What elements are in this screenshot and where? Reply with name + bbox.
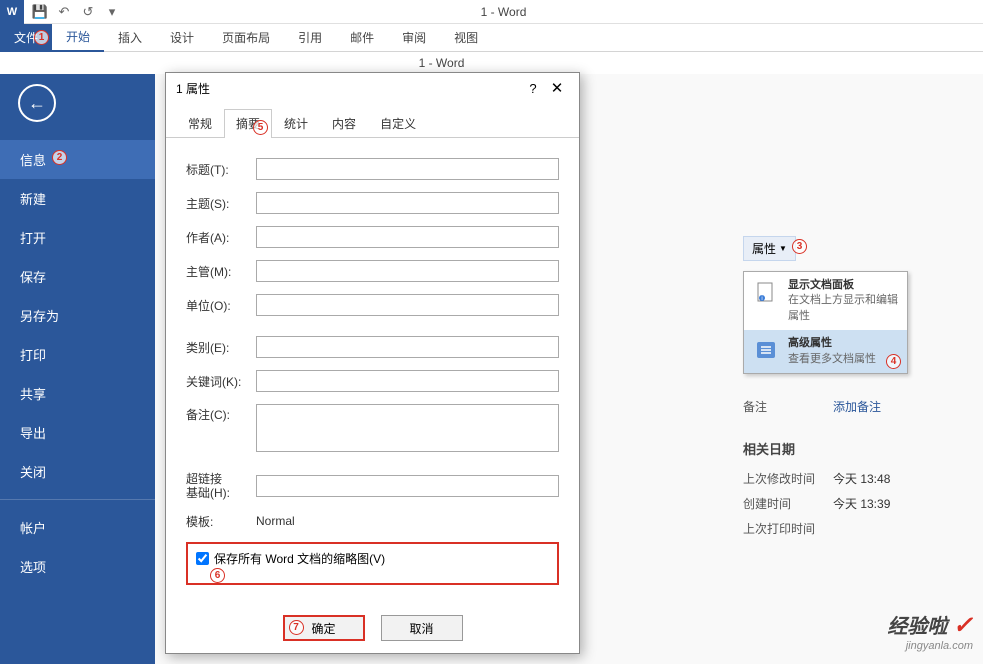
label-comments: 备注(C): [186, 404, 256, 423]
label-subject: 主题(S): [186, 195, 256, 212]
undo-icon[interactable]: ↶ [52, 0, 76, 24]
dropdown-show-panel[interactable]: i 显示文档面板 在文档上方显示和编辑属性 [744, 272, 907, 330]
label-manager: 主管(M): [186, 263, 256, 280]
tab-general[interactable]: 常规 [176, 109, 224, 137]
thumbnail-checkbox-row: 保存所有 Word 文档的缩略图(V) 6 [186, 542, 559, 585]
tab-layout[interactable]: 页面布局 [208, 24, 284, 52]
svg-text:i: i [761, 296, 762, 302]
sidebar-item-print[interactable]: 打印 [0, 335, 155, 374]
backstage-sidebar: ← 信息 2 新建 打开 保存 另存为 打印 共享 导出 关闭 帐户 选项 [0, 74, 155, 664]
sidebar-item-options[interactable]: 选项 [0, 547, 155, 586]
dd-sub-2: 查看更多文档属性 [788, 352, 876, 367]
dropdown-advanced-props[interactable]: 高级属性 查看更多文档属性 4 [744, 330, 907, 373]
input-comments[interactable] [256, 404, 559, 452]
close-button[interactable]: ✕ [545, 79, 569, 97]
word-icon: W [0, 0, 24, 24]
properties-panel: 属性 ▼ 3 i 显示文档面板 在文档上方显示和编辑属性 [743, 236, 943, 541]
label-title: 标题(T): [186, 161, 256, 178]
ribbon: 文件 1 开始 插入 设计 页面布局 引用 邮件 审阅 视图 [0, 24, 983, 52]
remark-label: 备注 [743, 398, 833, 415]
created-label: 创建时间 [743, 495, 833, 512]
tab-home[interactable]: 开始 [52, 24, 104, 52]
properties-dialog: 1 属性 ? ✕ 常规 摘要 5 统计 内容 自定义 标题(T): 主题(S):… [165, 72, 580, 654]
watermark: 经验啦 ✓ jingyanla.com [887, 610, 973, 652]
annotation-2: 2 [52, 150, 67, 165]
sidebar-item-new[interactable]: 新建 [0, 179, 155, 218]
input-company[interactable] [256, 294, 559, 316]
modified-label: 上次修改时间 [743, 470, 833, 487]
sidebar-item-close[interactable]: 关闭 [0, 452, 155, 491]
template-value: Normal [256, 514, 295, 528]
sidebar-item-account[interactable]: 帐户 [0, 508, 155, 547]
dialog-body: 标题(T): 主题(S): 作者(A): 主管(M): 单位(O): 类别(E)… [166, 138, 579, 603]
tab-mailings[interactable]: 邮件 [336, 24, 388, 52]
sidebar-item-share[interactable]: 共享 [0, 374, 155, 413]
input-keywords[interactable] [256, 370, 559, 392]
input-author[interactable] [256, 226, 559, 248]
input-subject[interactable] [256, 192, 559, 214]
created-value: 今天 13:39 [833, 495, 890, 512]
thumbnail-checkbox-label: 保存所有 Word 文档的缩略图(V) [214, 550, 385, 567]
properties-dropdown-button[interactable]: 属性 ▼ 3 [743, 236, 796, 261]
annotation-6: 6 [210, 568, 225, 583]
dialog-titlebar[interactable]: 1 属性 ? ✕ [166, 73, 579, 103]
label-author: 作者(A): [186, 229, 256, 246]
tab-insert[interactable]: 插入 [104, 24, 156, 52]
printed-label: 上次打印时间 [743, 520, 833, 537]
tab-statistics[interactable]: 统计 [272, 109, 320, 137]
label-company: 单位(O): [186, 297, 256, 314]
dd-title-1: 显示文档面板 [788, 278, 899, 293]
ok-button[interactable]: 7 确定 [283, 615, 365, 641]
tab-design[interactable]: 设计 [156, 24, 208, 52]
sidebar-item-saveas[interactable]: 另存为 [0, 296, 155, 335]
back-button[interactable]: ← [18, 84, 56, 122]
input-title[interactable] [256, 158, 559, 180]
tab-file[interactable]: 文件 1 [0, 24, 52, 52]
remark-value[interactable]: 添加备注 [833, 398, 881, 415]
qat-dropdown-icon[interactable]: ▾ [100, 0, 124, 24]
input-category[interactable] [256, 336, 559, 358]
window-title: 1 - Word [124, 5, 983, 19]
annotation-3: 3 [792, 239, 807, 254]
sidebar-item-info[interactable]: 信息 2 [0, 140, 155, 179]
tab-view[interactable]: 视图 [440, 24, 492, 52]
help-button[interactable]: ? [521, 81, 545, 96]
redo-icon[interactable]: ↺ [76, 0, 100, 24]
sidebar-item-export[interactable]: 导出 [0, 413, 155, 452]
dd-sub-1: 在文档上方显示和编辑属性 [788, 293, 899, 324]
input-manager[interactable] [256, 260, 559, 282]
chevron-down-icon: ▼ [779, 244, 787, 253]
sidebar-item-open[interactable]: 打开 [0, 218, 155, 257]
save-icon[interactable]: 💾 [28, 0, 52, 24]
cancel-button[interactable]: 取消 [381, 615, 463, 641]
tab-summary[interactable]: 摘要 5 [224, 109, 272, 138]
thumbnail-checkbox[interactable] [196, 552, 209, 565]
tab-contents[interactable]: 内容 [320, 109, 368, 137]
label-keywords: 关键词(K): [186, 373, 256, 390]
dialog-title: 1 属性 [176, 80, 521, 97]
label-hyperlink: 超链接 基础(H): [186, 472, 256, 501]
list-icon [752, 336, 780, 364]
dialog-footer: 7 确定 取消 [166, 603, 579, 653]
label-category: 类别(E): [186, 339, 256, 356]
document-panel-icon: i [752, 278, 780, 306]
sidebar-item-save[interactable]: 保存 [0, 257, 155, 296]
titlebar: W 💾 ↶ ↺ ▾ 1 - Word [0, 0, 983, 24]
tab-references[interactable]: 引用 [284, 24, 336, 52]
input-hyperlink[interactable] [256, 475, 559, 497]
tab-custom[interactable]: 自定义 [368, 109, 428, 137]
annotation-7: 7 [289, 620, 304, 635]
properties-dropdown: i 显示文档面板 在文档上方显示和编辑属性 高级属性 查看更多文档属性 [743, 271, 908, 374]
tab-review[interactable]: 审阅 [388, 24, 440, 52]
dialog-tabs: 常规 摘要 5 统计 内容 自定义 [166, 109, 579, 138]
annotation-4: 4 [886, 354, 901, 369]
dd-title-2: 高级属性 [788, 336, 876, 351]
modified-value: 今天 13:48 [833, 470, 890, 487]
subtitle: 1 - Word [0, 52, 983, 74]
check-icon: ✓ [953, 612, 973, 639]
label-template: 模板: [186, 513, 256, 530]
dates-heading: 相关日期 [743, 439, 943, 458]
